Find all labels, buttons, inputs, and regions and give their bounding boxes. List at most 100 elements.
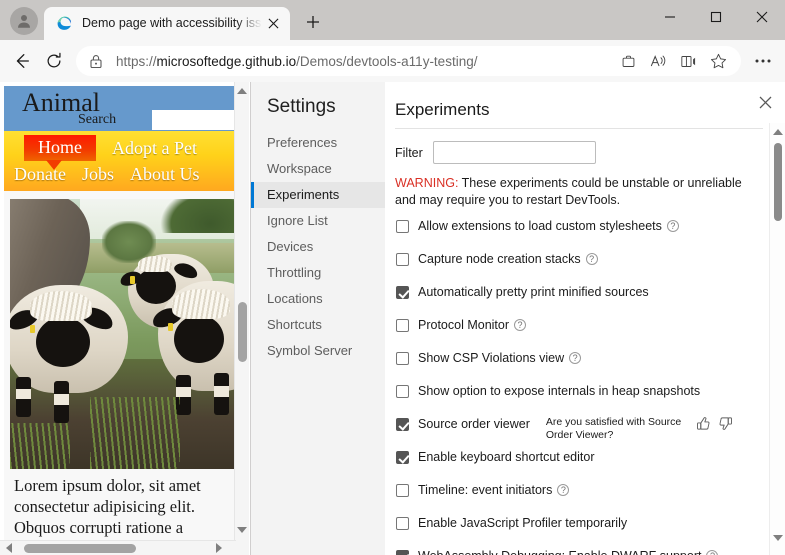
scroll-up-arrow-icon[interactable] [237, 88, 247, 94]
new-tab-button[interactable] [298, 7, 328, 37]
experiment-checkbox[interactable] [396, 484, 409, 497]
dialog-close-button[interactable] [751, 88, 779, 116]
read-aloud-button[interactable] [643, 48, 673, 74]
window-close-button[interactable] [739, 0, 785, 33]
experiment-row[interactable]: Capture node creation stacks? [395, 251, 785, 277]
experiments-scrollbar[interactable] [769, 123, 785, 555]
help-icon[interactable]: ? [585, 253, 598, 265]
experiment-checkbox[interactable] [396, 253, 409, 266]
filter-label: Filter [395, 145, 423, 160]
help-icon[interactable]: ? [514, 319, 527, 331]
browser-tab[interactable]: Demo page with accessibility issues [44, 7, 290, 40]
experiment-checkbox[interactable] [396, 352, 409, 365]
experiment-checkbox[interactable] [396, 418, 409, 431]
experiment-row[interactable]: Automatically pretty print minified sour… [395, 284, 785, 310]
sidebar-item-ignore-list[interactable]: Ignore List [251, 208, 385, 234]
minimize-icon [665, 15, 675, 18]
page-horizontal-scrollbar[interactable] [0, 540, 236, 555]
sidebar-item-preferences[interactable]: Preferences [251, 130, 385, 156]
sidebar-item-experiments[interactable]: Experiments [251, 182, 385, 208]
experiment-row[interactable]: Enable JavaScript Profiler temporarily [395, 515, 785, 541]
panel-title: Experiments [395, 82, 763, 129]
help-icon[interactable]: ? [569, 352, 582, 364]
nav-link-about-us[interactable]: About Us [130, 164, 200, 185]
sidebar-item-workspace[interactable]: Workspace [251, 156, 385, 182]
maximize-button[interactable] [693, 0, 739, 33]
scroll-right-arrow-icon[interactable] [216, 543, 222, 553]
experiment-row[interactable]: Show CSP Violations view? [395, 350, 785, 376]
warning-prefix: WARNING: [395, 176, 459, 190]
nav-link-home[interactable]: Home [24, 135, 96, 170]
experiment-row[interactable]: Allow extensions to load custom styleshe… [395, 218, 785, 244]
scrollbar-thumb[interactable] [24, 544, 136, 553]
demo-page: Animal Search Home Adopt a Pet Donate Jo… [0, 82, 236, 555]
immersive-reader-button[interactable] [673, 48, 703, 74]
browser-toolbar: https://microsoftedge.github.io/Demos/de… [0, 40, 785, 82]
experiment-checkbox[interactable] [396, 385, 409, 398]
scroll-up-arrow-icon[interactable] [773, 129, 783, 135]
sidebar-item-shortcuts[interactable]: Shortcuts [251, 312, 385, 338]
tab-close-button[interactable] [262, 13, 284, 35]
maximize-icon [710, 11, 722, 22]
ellipsis-icon [755, 59, 771, 63]
address-bar[interactable]: https://microsoftedge.github.io/Demos/de… [76, 46, 741, 76]
sheep-leg [214, 373, 229, 415]
immersive-reader-icon [680, 55, 695, 67]
settings-and-more-button[interactable] [747, 45, 779, 77]
experiment-row[interactable]: Enable keyboard shortcut editor [395, 449, 785, 475]
scrollbar-thumb[interactable] [238, 302, 247, 362]
devtools-settings-dialog: Settings Preferences Workspace Experimen… [251, 82, 785, 555]
favorites-button[interactable] [703, 48, 733, 74]
address-text[interactable]: https://microsoftedge.github.io/Demos/de… [110, 54, 613, 69]
scroll-down-arrow-icon[interactable] [237, 527, 247, 533]
help-icon[interactable]: ? [706, 550, 719, 555]
site-nav: Home Adopt a Pet Donate Jobs About Us [4, 131, 236, 191]
refresh-button[interactable] [38, 45, 70, 77]
profile-avatar[interactable] [10, 7, 38, 35]
sidebar-item-symbol-server[interactable]: Symbol Server [251, 338, 385, 364]
sidebar-item-devices[interactable]: Devices [251, 234, 385, 260]
experiments-warning: WARNING: These experiments could be unst… [395, 175, 747, 209]
experiment-feedback: Are you satisfied with Source Order View… [546, 416, 734, 442]
favorite-star-icon [710, 53, 726, 69]
scroll-down-arrow-icon[interactable] [773, 535, 783, 541]
experiment-checkbox[interactable] [396, 220, 409, 233]
search-input[interactable] [152, 110, 236, 130]
nav-link-adopt-a-pet[interactable]: Adopt a Pet [112, 138, 197, 159]
experiment-checkbox[interactable] [396, 286, 409, 299]
experiment-checkbox[interactable] [396, 517, 409, 530]
sidebar-item-locations[interactable]: Locations [251, 286, 385, 312]
scroll-left-arrow-icon[interactable] [6, 543, 12, 553]
photo-canopy [160, 199, 234, 233]
experiment-row[interactable]: Show option to expose internals in heap … [395, 383, 785, 409]
filter-input[interactable] [432, 141, 596, 164]
experiment-row[interactable]: WebAssembly Debugging: Enable DWARF supp… [395, 548, 785, 555]
help-icon[interactable]: ? [557, 484, 570, 496]
thumbs-down-button[interactable] [718, 416, 734, 432]
site-info-button[interactable] [82, 48, 110, 74]
nav-link-jobs[interactable]: Jobs [82, 164, 114, 185]
person-icon [18, 15, 30, 28]
sheep-fringe [172, 289, 230, 319]
experiments-list: Allow extensions to load custom styleshe… [395, 218, 785, 555]
thumbs-down-icon [719, 417, 732, 430]
page-vertical-scrollbar[interactable] [234, 82, 249, 555]
experiment-checkbox[interactable] [396, 319, 409, 332]
collections-button[interactable] [613, 48, 643, 74]
experiment-label: Show CSP Violations view? [418, 350, 582, 367]
thumbs-up-button[interactable] [696, 416, 712, 432]
sidebar-item-throttling[interactable]: Throttling [251, 260, 385, 286]
scrollbar-thumb[interactable] [774, 143, 782, 221]
experiment-row[interactable]: Protocol Monitor? [395, 317, 785, 343]
experiment-label: Enable keyboard shortcut editor [418, 450, 595, 464]
sheep-face [174, 315, 224, 363]
experiment-row-source-order-viewer[interactable]: Source order viewer Are you satisfied wi… [395, 416, 785, 442]
help-icon[interactable]: ? [666, 220, 679, 232]
experiment-checkbox[interactable] [396, 550, 409, 555]
experiment-checkbox[interactable] [396, 451, 409, 464]
page-body: Lorem ipsum dolor, sit amet consectetur … [4, 191, 236, 555]
minimize-button[interactable] [647, 0, 693, 33]
experiment-row[interactable]: Timeline: event initiators? [395, 482, 785, 508]
back-button[interactable] [6, 45, 38, 77]
settings-sidebar: Settings Preferences Workspace Experimen… [251, 82, 385, 555]
